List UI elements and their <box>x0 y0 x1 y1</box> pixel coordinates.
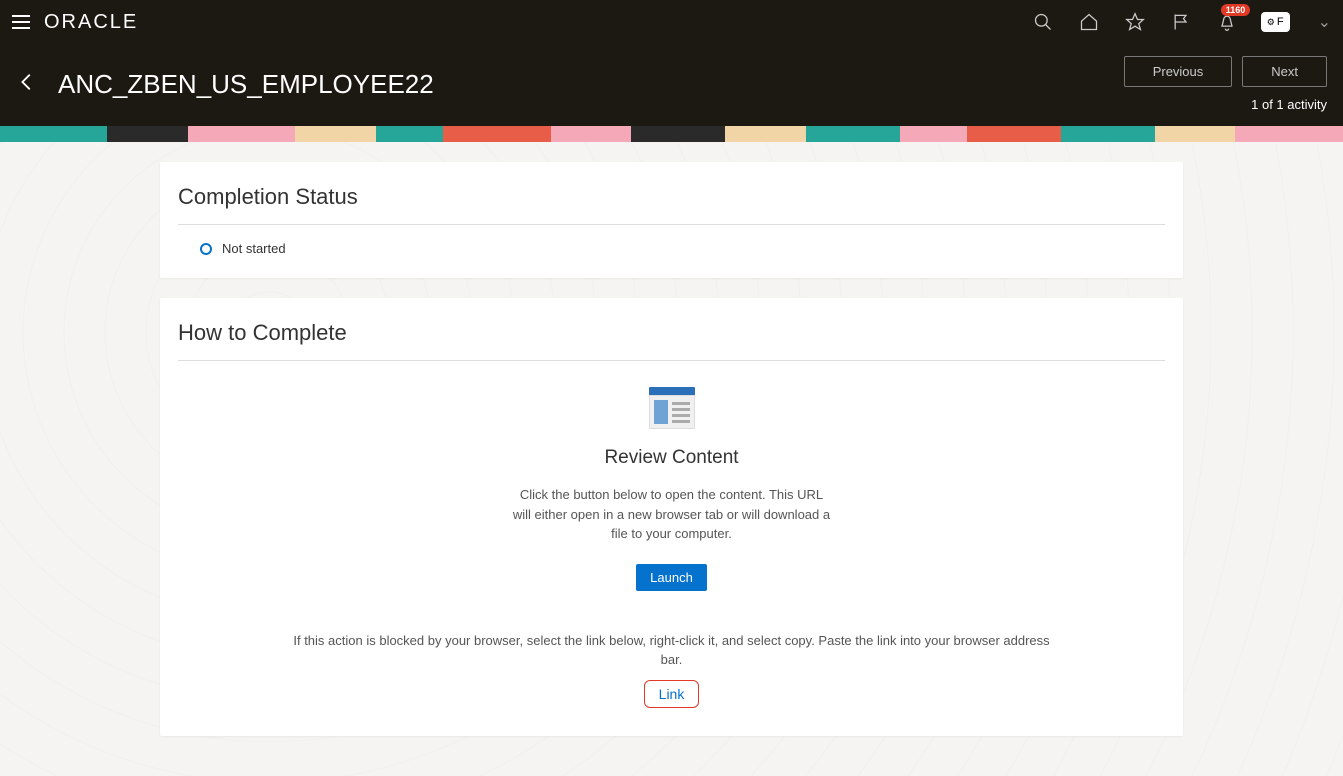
document-icon <box>649 387 695 429</box>
chevron-down-icon[interactable]: ⌄ <box>1318 12 1331 32</box>
activity-counter: 1 of 1 activity <box>1251 97 1327 112</box>
link-button[interactable]: Link <box>644 680 700 708</box>
blocked-browser-text: If this action is blocked by your browse… <box>288 631 1055 670</box>
status-indicator-icon <box>200 243 212 255</box>
user-menu[interactable]: ⚙F <box>1261 12 1290 32</box>
brand-logo[interactable]: ORACLE <box>44 11 138 34</box>
how-to-complete-card: How to Complete Review Content Click the… <box>160 298 1183 736</box>
previous-button[interactable]: Previous <box>1124 56 1233 87</box>
review-heading: Review Content <box>288 447 1055 469</box>
menu-icon[interactable] <box>12 13 30 31</box>
star-icon[interactable] <box>1123 10 1147 34</box>
notifications-icon[interactable]: 1160 <box>1215 10 1239 34</box>
status-text: Not started <box>222 241 286 256</box>
completion-status-title: Completion Status <box>178 184 1165 210</box>
next-button[interactable]: Next <box>1242 56 1327 87</box>
back-button[interactable] <box>16 71 38 98</box>
review-description: Click the button below to open the conte… <box>512 485 832 544</box>
page-title: ANC_ZBEN_US_EMPLOYEE22 <box>58 69 1124 100</box>
home-icon[interactable] <box>1077 10 1101 34</box>
page-header: ANC_ZBEN_US_EMPLOYEE22 Previous Next 1 o… <box>0 44 1343 126</box>
flag-icon[interactable] <box>1169 10 1193 34</box>
launch-button[interactable]: Launch <box>636 564 707 591</box>
completion-status-card: Completion Status Not started <box>160 162 1183 278</box>
how-to-complete-title: How to Complete <box>178 320 1165 346</box>
search-icon[interactable] <box>1031 10 1055 34</box>
notification-badge: 1160 <box>1221 4 1251 16</box>
global-topbar: ORACLE 1160 ⚙F ⌄ <box>0 0 1343 44</box>
decorative-banner <box>0 126 1343 142</box>
